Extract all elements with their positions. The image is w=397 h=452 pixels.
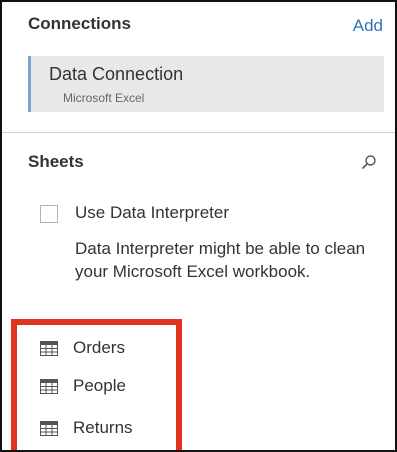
connection-item[interactable]: Data Connection Microsoft Excel <box>28 56 384 112</box>
sheets-title: Sheets <box>28 152 84 171</box>
data-interpreter-checkbox[interactable] <box>40 205 58 223</box>
sheet-label: Returns <box>73 418 133 437</box>
sheet-item-people[interactable]: People <box>40 374 180 400</box>
table-icon <box>40 341 58 356</box>
search-icon[interactable] <box>361 154 377 170</box>
data-interpreter-label[interactable]: Use Data Interpreter <box>75 203 229 223</box>
data-interpreter-description: Data Interpreter might be able to clean … <box>75 239 366 281</box>
table-icon <box>40 421 58 436</box>
sheet-item-returns[interactable]: Returns <box>40 416 180 442</box>
table-icon <box>40 379 58 394</box>
data-source-panel: Connections Add Data Connection Microsof… <box>0 0 397 452</box>
sheet-label: People <box>73 376 126 395</box>
add-connection-link[interactable]: Add <box>353 16 383 36</box>
connections-title: Connections <box>28 14 131 33</box>
sheet-label: Orders <box>73 338 125 357</box>
connections-section: Connections Add Data Connection Microsof… <box>2 2 395 133</box>
connection-name: Data Connection <box>49 64 184 84</box>
sheet-item-orders[interactable]: Orders <box>40 336 180 362</box>
connection-type: Microsoft Excel <box>63 91 145 105</box>
